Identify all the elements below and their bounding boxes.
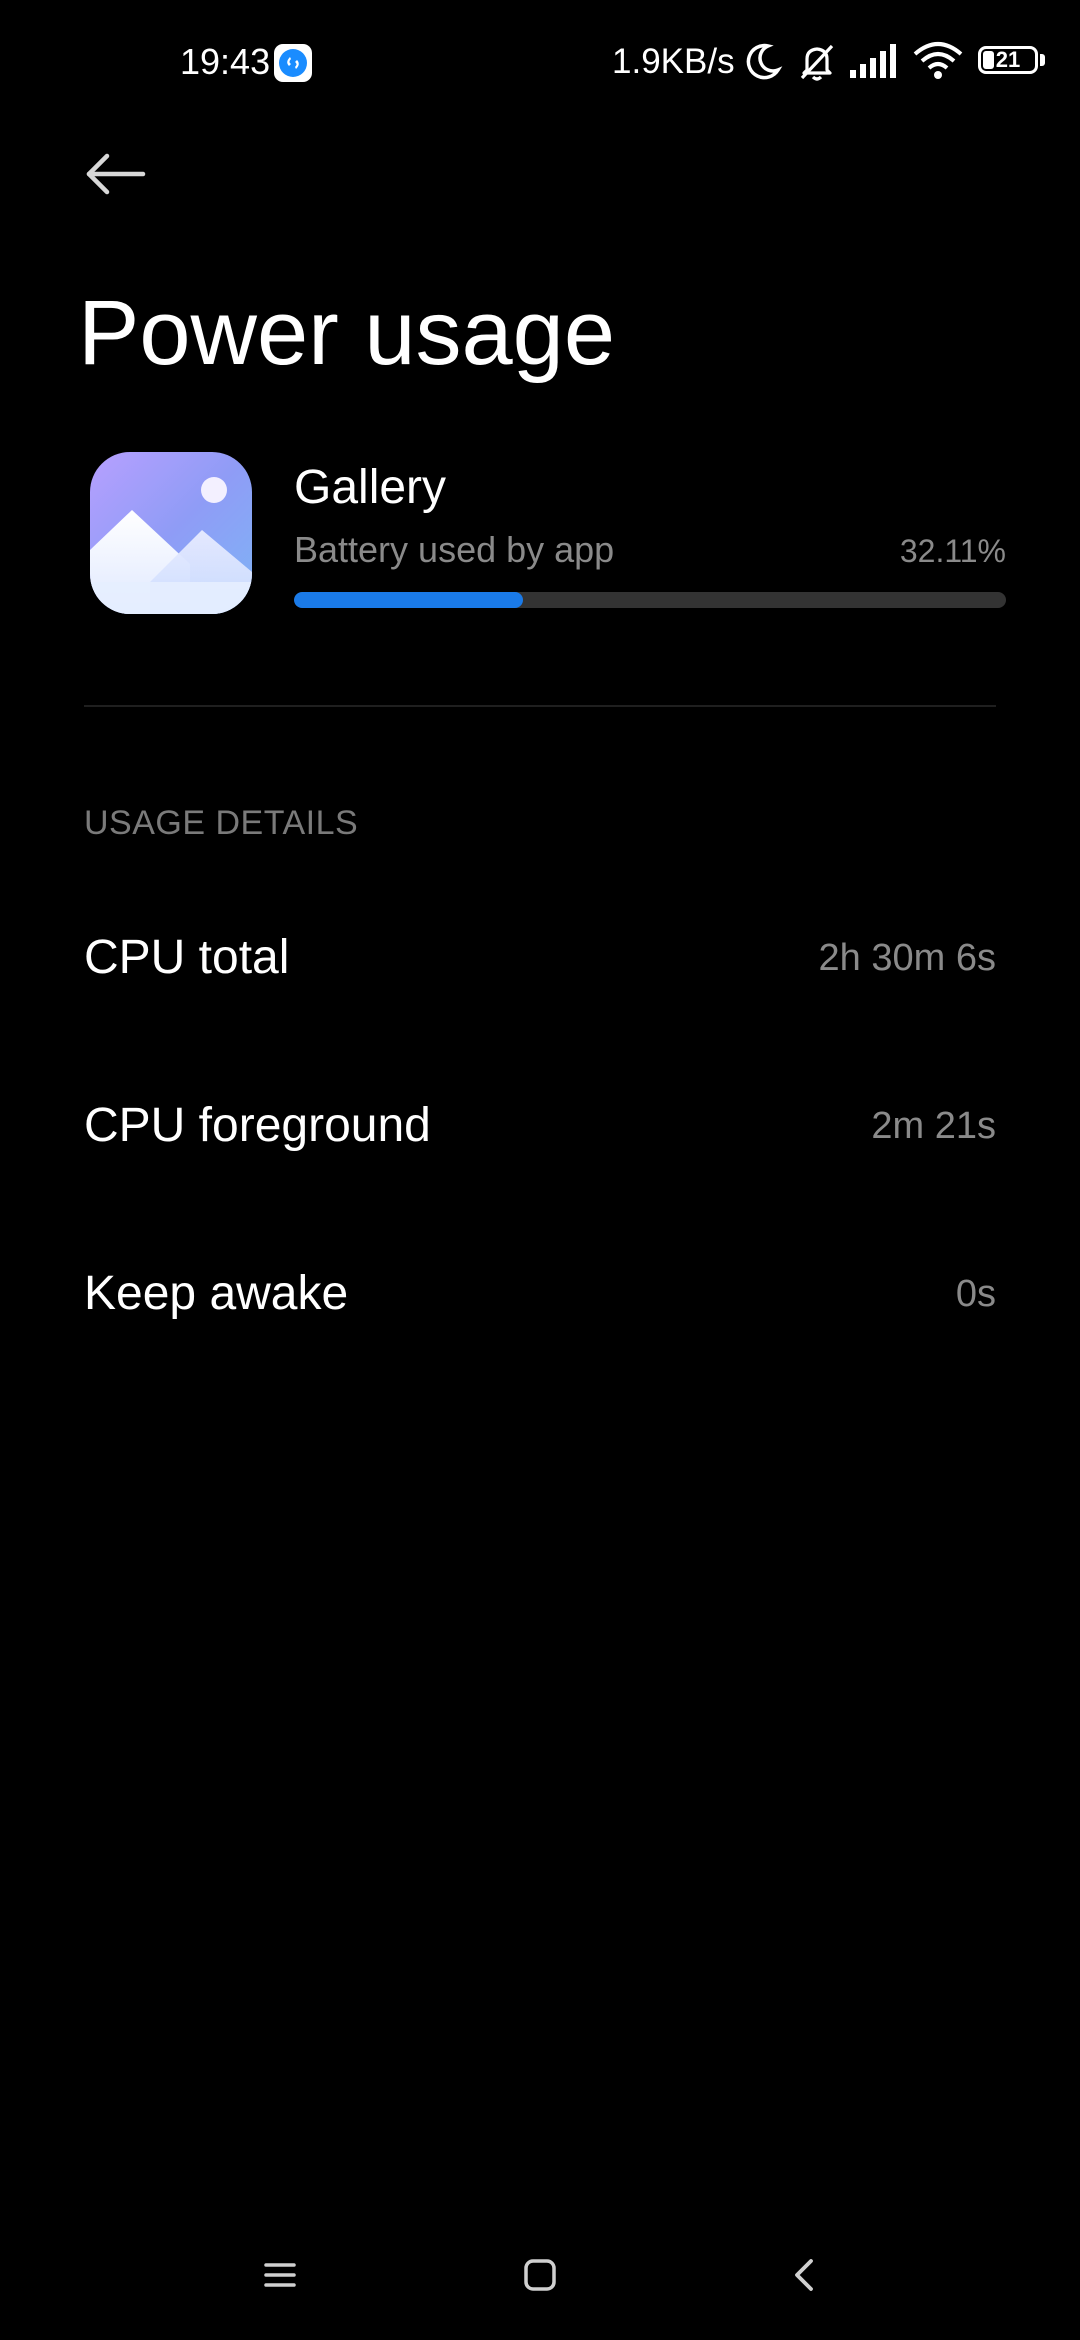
usage-details-header: USAGE DETAILS (84, 804, 359, 842)
app-name: Gallery (294, 461, 447, 514)
usage-row-cpu-total: CPU total 2h 30m 6s (84, 898, 996, 1018)
battery-usage-bar-fill (294, 592, 523, 608)
nav-back-button[interactable] (764, 2240, 844, 2310)
home-icon (523, 2258, 557, 2292)
usage-row-value: 0s (955, 1273, 996, 1315)
usage-row-value: 2h 30m 6s (818, 937, 996, 979)
battery-usage-bar (294, 592, 1006, 608)
wifi-icon (912, 40, 964, 84)
status-time: 19:43 (180, 41, 271, 82)
battery-level: 21 (995, 47, 1021, 72)
usage-row-keep-awake: Keep awake 0s (84, 1234, 996, 1354)
gallery-icon (90, 452, 252, 614)
usage-row-label: Keep awake (84, 1267, 349, 1320)
back-icon (792, 2257, 816, 2293)
usage-row-label: CPU total (84, 931, 290, 984)
page-title: Power usage (78, 282, 615, 384)
battery-usage-percent: 32.11% (899, 533, 1006, 569)
menu-icon (263, 2260, 297, 2290)
nav-menu-button[interactable] (240, 2240, 320, 2310)
bell-off-icon (796, 40, 838, 84)
battery-icon: 21 (978, 46, 1048, 78)
battery-usage-label: Battery used by app (294, 529, 615, 570)
usage-row-cpu-foreground: CPU foreground 2m 21s (84, 1066, 996, 1186)
arrow-left-icon (85, 152, 147, 201)
moon-icon (742, 40, 784, 84)
status-bar: 19:43 1.9KB/s 21 (0, 0, 1080, 124)
nav-home-button[interactable] (500, 2240, 580, 2310)
usage-row-value: 2m 21s (871, 1105, 996, 1147)
network-speed: 1.9KB/s (612, 42, 735, 81)
usage-row-label: CPU foreground (84, 1099, 431, 1152)
shazam-icon (274, 44, 312, 82)
divider (84, 705, 996, 707)
signal-icon (848, 40, 902, 84)
back-button[interactable] (80, 140, 152, 212)
